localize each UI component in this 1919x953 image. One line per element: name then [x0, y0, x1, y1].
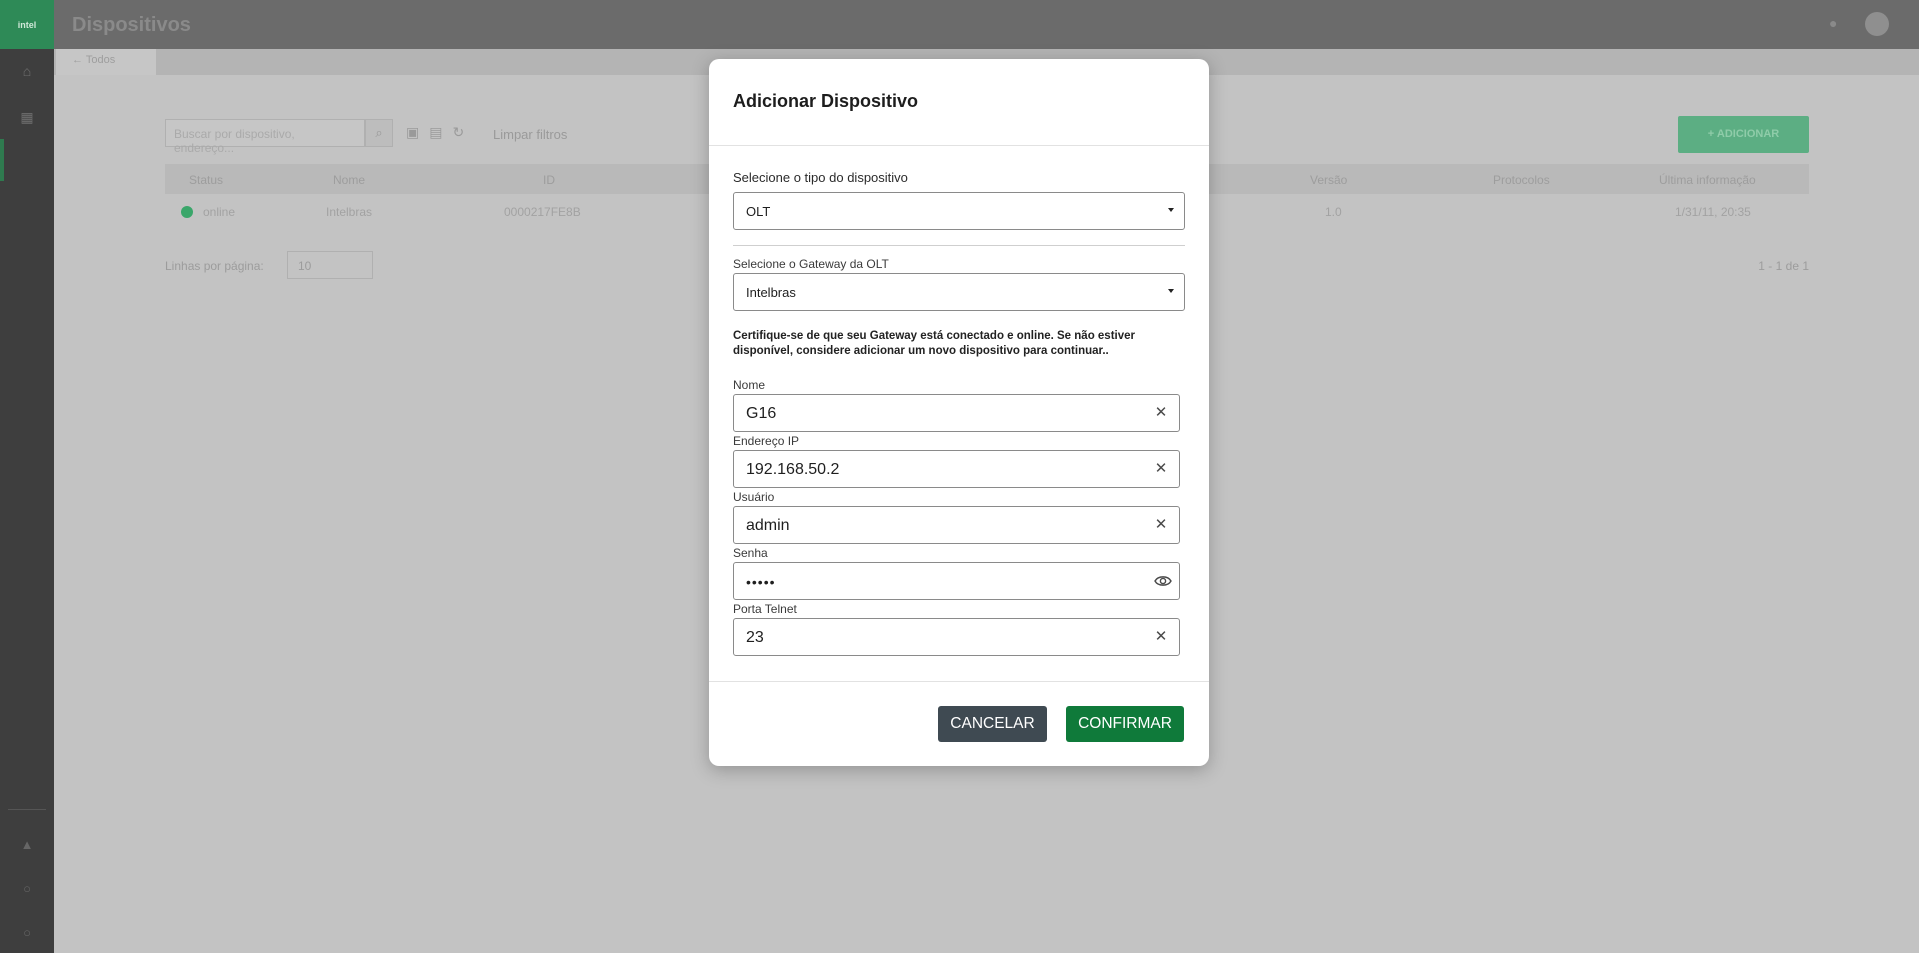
device-type-label: Selecione o tipo do dispositivo: [733, 170, 908, 185]
home-icon[interactable]: ⌂: [19, 63, 35, 79]
telnet-port-label: Porta Telnet: [733, 602, 797, 616]
column-header-id[interactable]: ID: [543, 173, 555, 187]
column-header-name[interactable]: Nome: [333, 173, 365, 187]
ip-value: 192.168.50.2: [746, 461, 840, 478]
rows-per-page-value: 10: [298, 259, 312, 273]
close-icon[interactable]: ✕: [1152, 628, 1170, 646]
tab-label: Todos: [85, 54, 116, 66]
column-header-status[interactable]: Status: [189, 173, 223, 187]
dialog-header-divider: [709, 145, 1209, 146]
close-icon[interactable]: ✕: [1152, 516, 1170, 534]
eye-icon[interactable]: [1153, 572, 1173, 590]
telnet-port-field[interactable]: 23 ✕: [733, 618, 1180, 656]
tab-todos[interactable]: ← Todos: [56, 49, 156, 75]
gateway-notice: Certifique-se de que seu Gateway está co…: [733, 330, 1135, 357]
caret-down-icon: [1168, 208, 1174, 212]
cancel-button[interactable]: CANCELAR: [938, 706, 1047, 742]
filter-icons[interactable]: ▣▤↻: [406, 124, 474, 141]
user-label: Usuário: [733, 490, 775, 504]
password-field[interactable]: •••••: [733, 562, 1180, 600]
cell-name: Intelbras: [326, 205, 373, 219]
gateway-label: Selecione o Gateway da OLT: [733, 257, 889, 271]
name-label: Nome: [733, 378, 766, 392]
cell-status: online: [203, 205, 236, 219]
search-input[interactable]: Buscar por dispositivo, endereço...: [165, 119, 365, 155]
help-icon[interactable]: ○: [19, 881, 35, 897]
telnet-port-value: 23: [746, 629, 764, 646]
brand-logo[interactable]: intel: [0, 0, 54, 49]
gateway-value: Intelbras: [746, 285, 796, 300]
pagination-info: 1 - 1 de 1: [1758, 259, 1809, 273]
avatar[interactable]: [1865, 12, 1889, 36]
add-device-dialog: Adicionar Dispositivo Selecione o tipo d…: [709, 59, 1209, 766]
cell-last-info: 1/31/11, 20:35: [1675, 205, 1751, 219]
rows-per-page-label: Linhas por página:: [165, 259, 264, 273]
device-type-select[interactable]: OLT: [733, 192, 1185, 230]
sidebar: ⌂ ▦ ▲ ○ ○: [0, 49, 54, 953]
dialog-footer-divider: [709, 681, 1209, 682]
user-value: admin: [746, 517, 790, 534]
clear-filters-link[interactable]: Limpar filtros: [493, 127, 567, 142]
password-value: •••••: [746, 574, 776, 590]
dialog-title: Adicionar Dispositivo: [733, 91, 919, 111]
ip-field[interactable]: 192.168.50.2 ✕: [733, 450, 1180, 488]
user-field[interactable]: admin ✕: [733, 506, 1180, 544]
status-online-dot: [181, 206, 193, 218]
add-device-button[interactable]: + ADICIONAR: [1678, 116, 1809, 153]
top-bar: intel Dispositivos ●: [0, 0, 1919, 49]
devices-icon[interactable]: ▦: [19, 109, 35, 125]
ip-label: Endereço IP: [733, 434, 800, 448]
name-value: G16: [746, 405, 777, 422]
column-header-last-info[interactable]: Última informação: [1659, 173, 1756, 187]
sidebar-divider: [8, 809, 46, 810]
password-label: Senha: [733, 546, 768, 560]
caret-down-icon: [1168, 289, 1174, 293]
close-icon[interactable]: ✕: [1152, 460, 1170, 478]
column-header-version[interactable]: Versão: [1310, 173, 1347, 187]
page-title: Dispositivos: [72, 14, 191, 36]
upload-icon[interactable]: ▲: [19, 837, 35, 853]
rows-per-page-select[interactable]: 10: [287, 251, 373, 279]
logout-icon[interactable]: ○: [19, 925, 35, 941]
column-header-protocols[interactable]: Protocolos: [1493, 173, 1550, 187]
sidebar-active-indicator: [0, 139, 4, 181]
name-field[interactable]: G16 ✕: [733, 394, 1180, 432]
cell-version: 1.0: [1325, 205, 1342, 219]
close-icon[interactable]: ✕: [1152, 404, 1170, 422]
gateway-select[interactable]: Intelbras: [733, 273, 1185, 311]
cell-id: 0000217FE8B: [504, 205, 581, 219]
notification-icon[interactable]: ●: [1829, 16, 1843, 30]
device-type-value: OLT: [746, 204, 771, 219]
section-divider: [733, 245, 1185, 246]
search-icon[interactable]: ⌕: [365, 119, 393, 147]
confirm-button[interactable]: CONFIRMAR: [1066, 706, 1184, 742]
